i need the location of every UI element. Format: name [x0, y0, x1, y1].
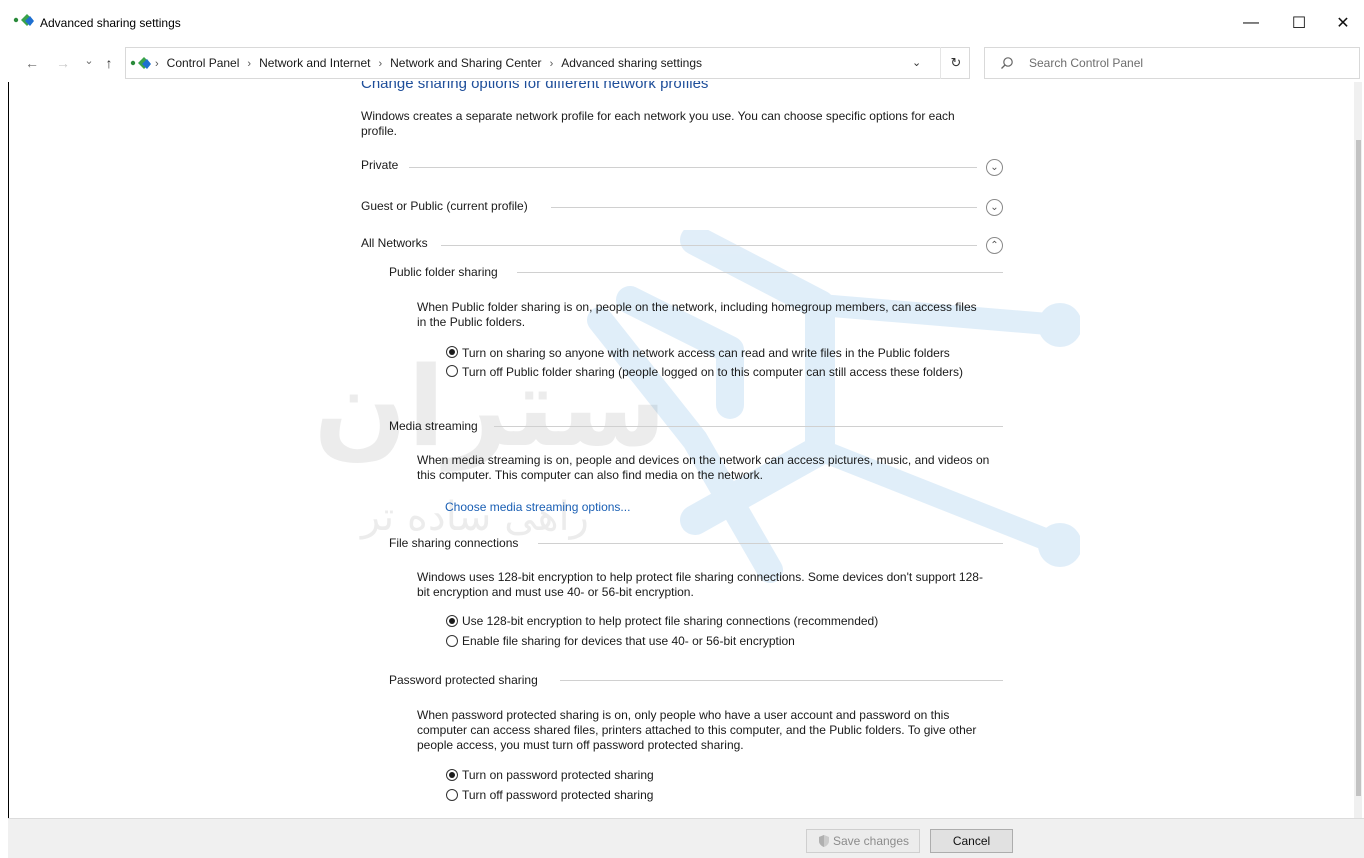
- divider: [517, 272, 1003, 273]
- back-arrow-icon[interactable]: ←: [22, 55, 42, 71]
- section-description: Windows uses 128-bit encryption to help …: [417, 570, 983, 599]
- shield-icon: [818, 835, 829, 847]
- section-description: When Public folder sharing is on, people…: [417, 300, 977, 329]
- title-bar: [0, 0, 1364, 46]
- radio-label[interactable]: Turn off password protected sharing: [462, 788, 653, 803]
- breadcrumb-separator-icon: ›: [247, 58, 252, 70]
- divider: [560, 680, 1003, 681]
- radio-label[interactable]: Enable file sharing for devices that use…: [462, 634, 795, 649]
- search-icon: [1001, 57, 1013, 69]
- radio-public-sharing-off[interactable]: [446, 365, 458, 377]
- profile-guest-label[interactable]: Guest or Public (current profile): [361, 199, 528, 214]
- radio-128bit-encryption[interactable]: [446, 615, 458, 627]
- breadcrumb-item[interactable]: Control Panel: [167, 56, 240, 70]
- minimize-button[interactable]: —: [1228, 8, 1274, 38]
- breadcrumb-item[interactable]: Network and Internet: [259, 56, 370, 70]
- scrollbar-thumb[interactable]: [1356, 140, 1361, 796]
- section-title-media-streaming: Media streaming: [389, 419, 478, 433]
- refresh-icon[interactable]: ↻: [940, 47, 971, 79]
- radio-label[interactable]: Turn on password protected sharing: [462, 768, 654, 783]
- forward-arrow-icon[interactable]: →: [53, 55, 73, 71]
- radio-label[interactable]: Turn off Public folder sharing (people l…: [462, 365, 982, 380]
- breadcrumb-separator-icon: ›: [155, 58, 159, 70]
- save-changes-button[interactable]: Save changes: [806, 829, 920, 853]
- breadcrumb-item[interactable]: Advanced sharing settings: [561, 56, 702, 70]
- search-placeholder[interactable]: Search Control Panel: [1029, 56, 1143, 70]
- breadcrumb-separator-icon: ›: [549, 58, 554, 70]
- breadcrumb-item[interactable]: Network and Sharing Center: [390, 56, 541, 70]
- divider: [441, 245, 977, 246]
- profile-private-label[interactable]: Private: [361, 158, 398, 173]
- maximize-button[interactable]: ☐: [1276, 8, 1322, 38]
- radio-password-sharing-off[interactable]: [446, 789, 458, 801]
- radio-label[interactable]: Use 128-bit encryption to help protect f…: [462, 614, 878, 629]
- divider: [551, 207, 977, 208]
- footer-bar: [8, 818, 1364, 858]
- divider: [494, 426, 1003, 427]
- divider: [409, 167, 977, 168]
- section-title-password-sharing: Password protected sharing: [389, 673, 538, 687]
- close-button[interactable]: ✕: [1320, 8, 1364, 38]
- section-description: When media streaming is on, people and d…: [417, 453, 990, 482]
- cancel-button[interactable]: Cancel: [930, 829, 1013, 853]
- up-arrow-icon[interactable]: ↑: [100, 55, 118, 71]
- window-title: Advanced sharing settings: [40, 16, 181, 30]
- profile-all-networks-label[interactable]: All Networks: [361, 236, 428, 251]
- expand-chevron-icon[interactable]: ⌄: [986, 199, 1003, 216]
- page-title-text: Change sharing options for different net…: [361, 81, 709, 92]
- save-changes-label: Save changes: [832, 834, 910, 848]
- radio-40-56bit-encryption[interactable]: [446, 635, 458, 647]
- radio-public-sharing-on[interactable]: [446, 346, 458, 358]
- collapse-chevron-icon[interactable]: ⌃: [986, 237, 1003, 254]
- breadcrumb-separator-icon: ›: [378, 58, 383, 70]
- recent-locations-icon[interactable]: ⌄: [82, 54, 96, 67]
- section-title-public-folder: Public folder sharing: [389, 265, 498, 279]
- radio-label[interactable]: Turn on sharing so anyone with network a…: [462, 346, 950, 361]
- chevron-down-icon[interactable]: ⌄: [912, 56, 921, 69]
- page-intro: Windows creates a separate network profi…: [361, 109, 955, 138]
- network-icon: [130, 57, 151, 69]
- network-icon: [13, 14, 34, 26]
- media-streaming-options-link[interactable]: Choose media streaming options...: [445, 500, 630, 514]
- expand-chevron-icon[interactable]: ⌄: [986, 159, 1003, 176]
- divider: [538, 543, 1003, 544]
- breadcrumb: › Control Panel › Network and Internet › Netw…: [155, 56, 702, 70]
- radio-password-sharing-on[interactable]: [446, 769, 458, 781]
- page-title: Change sharing options for different net…: [361, 81, 708, 97]
- section-title-file-sharing: File sharing connections: [389, 536, 519, 550]
- section-description: When password protected sharing is on, o…: [417, 708, 977, 752]
